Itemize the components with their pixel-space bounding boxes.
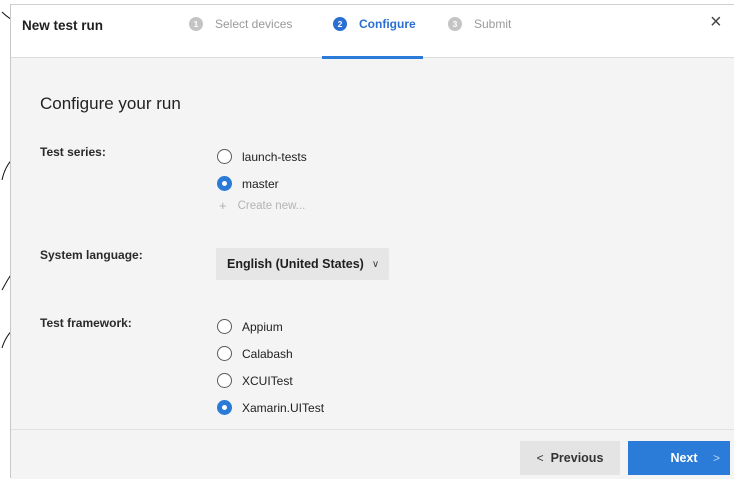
step-number-1: 1 (189, 17, 203, 31)
radio-option-launch-tests[interactable]: launch-tests (217, 149, 307, 164)
radio-option-appium[interactable]: Appium (217, 319, 283, 334)
previous-button[interactable]: < Previous (520, 441, 620, 475)
radio-label: master (242, 176, 279, 191)
next-label: Next (670, 451, 698, 465)
radio-label: launch-tests (242, 149, 307, 164)
radio-option-xcuitest[interactable]: XCUITest (217, 373, 293, 388)
chevron-right-icon: > (712, 451, 720, 465)
test-series-label: Test series: (40, 145, 106, 159)
radio-option-xamarin-uitest[interactable]: Xamarin.UITest (217, 400, 324, 415)
dialog-header: New test run 1 Select devices 2 Configur… (11, 5, 734, 59)
dialog-footer (11, 429, 734, 479)
radio-option-calabash[interactable]: Calabash (217, 346, 293, 361)
test-framework-label: Test framework: (40, 316, 132, 330)
radio-button[interactable] (217, 346, 232, 361)
step-select-devices[interactable]: 1 Select devices (189, 17, 292, 31)
radio-button-selected[interactable] (217, 176, 232, 191)
next-button[interactable]: Next > (628, 441, 730, 475)
radio-label: Appium (242, 319, 283, 334)
step-number-2: 2 (333, 17, 347, 31)
previous-label: Previous (550, 451, 604, 465)
close-icon[interactable]: × (710, 12, 722, 32)
radio-label: XCUITest (242, 373, 293, 388)
radio-option-master[interactable]: master (217, 176, 279, 191)
step-submit[interactable]: 3 Submit (448, 17, 511, 31)
create-new-series-link[interactable]: + Create new... (219, 198, 305, 213)
page-title: Configure your run (40, 94, 181, 113)
dialog-title: New test run (22, 18, 104, 33)
system-language-label: System language: (40, 248, 143, 262)
system-language-dropdown[interactable]: English (United States) ∨ (216, 248, 389, 280)
radio-button[interactable] (217, 319, 232, 334)
chevron-left-icon: < (536, 451, 544, 465)
radio-label: Xamarin.UITest (242, 400, 325, 415)
radio-button[interactable] (217, 149, 232, 164)
step-label-select-devices: Select devices (215, 17, 293, 31)
step-number-3: 3 (448, 17, 462, 31)
radio-label: Calabash (242, 346, 293, 361)
plus-icon: + (219, 198, 227, 213)
step-configure[interactable]: 2 Configure (333, 17, 416, 31)
step-label-submit: Submit (474, 17, 512, 31)
system-language-value: English (United States) (227, 257, 364, 271)
new-test-run-dialog: New test run 1 Select devices 2 Configur… (10, 4, 734, 479)
radio-button-selected[interactable] (217, 400, 232, 415)
active-step-indicator (322, 56, 423, 59)
step-label-configure: Configure (359, 17, 416, 31)
create-new-label: Create new... (237, 199, 306, 212)
radio-button[interactable] (217, 373, 232, 388)
chevron-down-icon: ∨ (371, 258, 380, 270)
